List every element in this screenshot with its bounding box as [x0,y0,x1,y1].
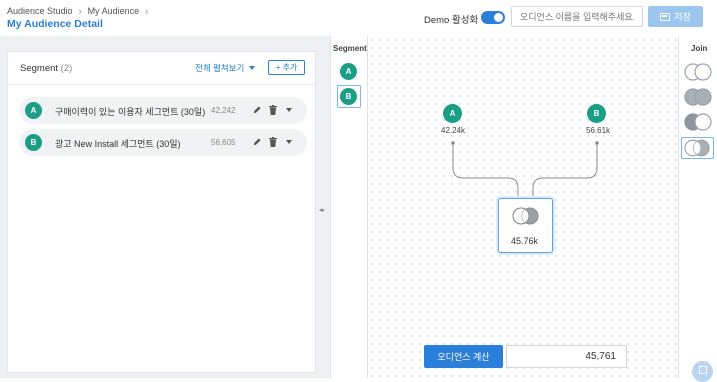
calculate-audience-button[interactable]: 오디언스 계산 [424,345,503,368]
segment-size: 42,242 [211,106,236,115]
demo-toggle-label: Demo 활성화 [424,15,479,26]
right-exclusive-join-icon[interactable] [682,112,714,132]
union-join-icon[interactable] [682,87,714,107]
segment-column-badge-a[interactable]: A [340,63,357,80]
resize-arrows-icon[interactable]: ◂▸ [319,206,325,214]
audience-result-field: 45,761 [506,345,627,368]
trash-icon[interactable] [269,105,277,115]
segment-name: 구매이력이 있는 이용자 세그먼트 (30일) [55,107,206,117]
canvas-node-a-size: 42.24k [440,126,467,135]
view-all-label: 전체 펼쳐보기 [195,63,245,73]
expand-caret-icon[interactable] [286,108,292,112]
view-all-dropdown[interactable]: 전체 펼쳐보기 [195,62,256,74]
breadcrumb-item-my-audience[interactable]: My Audience [88,6,140,16]
left-exclusive-join-icon[interactable] [682,62,714,82]
segment-count: (2) [60,63,73,74]
segment-badge: B [25,134,42,151]
page-title: My Audience Detail [7,18,103,30]
segment-panel-title-text: Segment [20,63,59,74]
canvas-node-b[interactable]: B [587,104,606,123]
canvas-node-b-size: 56.61k [585,126,612,135]
segment-column-badge-b[interactable]: B [340,88,357,105]
segment-panel-title: Segment (2) [20,63,72,74]
add-segment-button[interactable]: + 추가 [268,60,305,75]
chevron-right-icon: › [145,6,149,16]
help-chat-button[interactable] [692,361,713,382]
intersection-join-icon[interactable] [681,137,714,159]
divider [8,84,315,85]
trash-icon[interactable] [269,137,277,147]
join-column-title: Join [691,44,708,53]
chevron-right-icon: › [78,6,82,16]
segment-badge: A [25,102,42,119]
app-header: Audience Studio › My Audience › My Audie… [0,0,717,36]
edit-icon[interactable] [253,105,262,114]
breadcrumb: Audience Studio › My Audience › [7,6,148,16]
expand-caret-icon[interactable] [286,140,292,144]
segment-row-b[interactable]: B 광고 New Install 세그먼트 (30일) 56,605 [19,129,307,156]
demo-toggle[interactable] [481,11,505,24]
intersection-join-icon [512,207,539,225]
save-button-label: 저장 [674,12,691,22]
caret-down-icon [249,66,256,70]
breadcrumb-item-audience-studio[interactable]: Audience Studio [7,6,73,16]
audience-name-input[interactable] [511,6,643,27]
segment-row-a[interactable]: A 구매이력이 있는 이용자 세그먼트 (30일) 42,242 [19,97,307,124]
save-icon [660,12,671,21]
edit-icon[interactable] [253,137,262,146]
canvas-node-a[interactable]: A [443,104,462,123]
segment-name: 광고 New Install 세그먼트 (30일) [55,139,181,149]
segment-panel: Segment (2) 전체 펼쳐보기 + 추가 A 구매이력이 있는 이용자 … [7,51,316,373]
save-button[interactable]: 저장 [648,6,703,27]
join-result-size: 45.76k [511,236,539,246]
segment-column-title: Segment [333,44,367,53]
segment-size: 56,605 [211,138,236,147]
